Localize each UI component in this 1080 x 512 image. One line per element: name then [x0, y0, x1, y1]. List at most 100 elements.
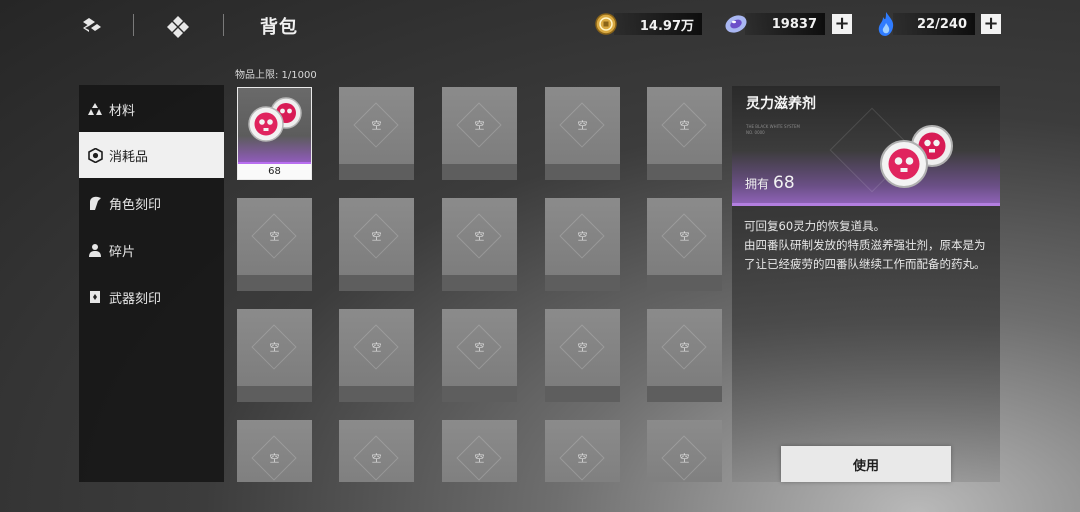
currency-gold-value: 14.97万	[639, 18, 694, 34]
inventory-slot-empty[interactable]: 空	[442, 87, 517, 180]
inventory-grid: 68 空 空 空 空 空 空 空 空 空 空 空 空 空 空 空 空 空 空 空	[237, 87, 724, 482]
spirit-tonic-pill-icon	[248, 97, 302, 142]
add-crystal-button[interactable]: +	[832, 14, 852, 34]
empty-slot-label: 空	[474, 454, 485, 465]
inventory-slot-empty[interactable]: 空	[442, 420, 517, 482]
home-icon[interactable]	[166, 14, 190, 38]
inventory-slot-empty[interactable]: 空	[647, 87, 722, 180]
empty-slot-label: 空	[269, 343, 280, 354]
inventory-slot-empty[interactable]: 空	[647, 420, 722, 482]
empty-slot-label: 空	[577, 454, 588, 465]
inventory-slot-empty[interactable]: 空	[237, 420, 312, 482]
fine-print-line: NO. 0000	[746, 130, 765, 135]
item-description: 可回复60灵力的恢复道具。 由四番队研制发放的特质滋养强壮剂，原本是为了让已经疲…	[744, 217, 994, 274]
crystal-icon	[722, 10, 750, 38]
empty-slot-label: 空	[679, 343, 690, 354]
slot-band	[237, 275, 312, 291]
inventory-slot-empty[interactable]: 空	[442, 309, 517, 402]
sidebar-item-fragments[interactable]: 碎片	[79, 227, 224, 273]
empty-slot-label: 空	[577, 121, 588, 132]
inventory-capacity: 物品上限: 1/1000	[235, 70, 317, 81]
owned-label: 拥有	[745, 177, 770, 191]
inventory-slot-empty[interactable]: 空	[237, 309, 312, 402]
description-line: 由四番队研制发放的特质滋养强壮剂，原本是为了让已经疲劳的四番队继续工作而配备的药…	[744, 238, 986, 271]
top-bar: 背包 14.97万 19837 + 22/240 +	[0, 0, 1080, 52]
inventory-slot-empty[interactable]: 空	[647, 198, 722, 291]
item-fine-print: THE BLACK WHITE SYSTEM NO. 0000	[746, 124, 800, 136]
inventory-slot-empty[interactable]: 空	[545, 198, 620, 291]
inventory-slot-empty[interactable]: 空	[339, 87, 414, 180]
sidebar-item-label: 武器刻印	[109, 291, 162, 307]
inventory-slot-empty[interactable]: 空	[442, 198, 517, 291]
blue-flame-icon	[872, 10, 900, 38]
coin-icon	[592, 10, 620, 38]
slot-band	[339, 164, 414, 180]
sidebar-item-weapon-imprints[interactable]: 武器刻印	[79, 274, 224, 320]
slot-band	[237, 386, 312, 402]
topbar-divider	[133, 14, 134, 36]
inventory-slot-empty[interactable]: 空	[647, 309, 722, 402]
inventory-slot-empty[interactable]: 空	[545, 309, 620, 402]
sidebar-item-character-imprints[interactable]: 角色刻印	[79, 180, 224, 226]
inventory-slot-empty[interactable]: 空	[545, 87, 620, 180]
item-count: 68	[268, 166, 281, 177]
empty-slot-label: 空	[474, 343, 485, 354]
sidebar-item-materials[interactable]: 材料	[79, 86, 224, 132]
back-icon[interactable]	[79, 14, 103, 38]
slot-band	[339, 386, 414, 402]
empty-slot-label: 空	[371, 232, 382, 243]
empty-slot-label: 空	[474, 232, 485, 243]
empty-slot-label: 空	[371, 454, 382, 465]
slot-band	[339, 275, 414, 291]
sidebar-item-label: 消耗品	[109, 149, 149, 165]
currency-stamina-value: 22/240	[917, 16, 967, 32]
sidebar-item-label: 碎片	[109, 244, 136, 260]
slot-band	[647, 164, 722, 180]
empty-slot-label: 空	[679, 121, 690, 132]
fragment-icon	[87, 242, 103, 258]
use-button[interactable]: 使用	[781, 446, 951, 482]
currency-crystal-value: 19837	[771, 16, 817, 32]
consumable-icon	[87, 147, 103, 163]
empty-slot-label: 空	[269, 232, 280, 243]
slot-band	[442, 386, 517, 402]
slot-band	[647, 386, 722, 402]
spirit-tonic-pill-icon	[880, 125, 953, 188]
slot-band	[545, 386, 620, 402]
inventory-slot-empty[interactable]: 空	[339, 309, 414, 402]
sidebar-item-label: 角色刻印	[109, 197, 162, 213]
inventory-slot-empty[interactable]: 空	[545, 420, 620, 482]
empty-slot-label: 空	[269, 454, 280, 465]
currency-gold: 14.97万	[614, 13, 702, 35]
sidebar-item-consumables[interactable]: 消耗品	[79, 132, 224, 178]
currency-stamina: 22/240	[893, 13, 975, 35]
item-detail-header: 灵力滋养剂 THE BLACK WHITE SYSTEM NO. 0000 拥有…	[732, 86, 1000, 206]
empty-slot-label: 空	[577, 232, 588, 243]
empty-slot-label: 空	[577, 343, 588, 354]
owned-count: 拥有 68	[745, 173, 795, 193]
item-name: 灵力滋养剂	[746, 96, 816, 112]
empty-slot-label: 空	[679, 454, 690, 465]
slot-band	[647, 275, 722, 291]
add-stamina-button[interactable]: +	[981, 14, 1001, 34]
weapon-imprint-icon	[87, 289, 103, 305]
owned-number: 68	[773, 173, 795, 193]
category-sidebar: 材料 消耗品 角色刻印 碎片 武器刻印	[79, 85, 224, 482]
sidebar-item-label: 材料	[109, 103, 136, 119]
page-title: 背包	[260, 17, 298, 38]
slot-band	[442, 275, 517, 291]
slot-band	[545, 164, 620, 180]
currency-crystal: 19837	[745, 13, 825, 35]
inventory-slot-empty[interactable]: 空	[339, 420, 414, 482]
inventory-slot-filled[interactable]: 68	[237, 87, 312, 180]
empty-slot-label: 空	[474, 121, 485, 132]
slot-band	[442, 164, 517, 180]
inventory-slot-empty[interactable]: 空	[237, 198, 312, 291]
topbar-divider	[223, 14, 224, 36]
item-detail-panel: 灵力滋养剂 THE BLACK WHITE SYSTEM NO. 0000 拥有…	[732, 86, 1000, 482]
empty-slot-label: 空	[371, 343, 382, 354]
inventory-slot-empty[interactable]: 空	[339, 198, 414, 291]
description-line: 可回复60灵力的恢复道具。	[744, 219, 886, 233]
material-icon	[87, 101, 103, 117]
empty-slot-label: 空	[371, 121, 382, 132]
